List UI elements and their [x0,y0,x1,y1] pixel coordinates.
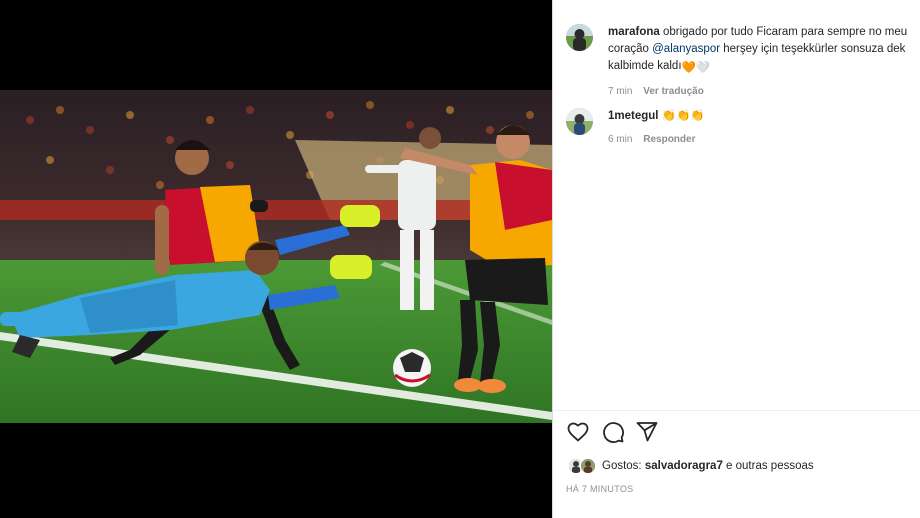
post-photo[interactable] [0,90,552,423]
football [393,349,431,387]
white-heart-emoji: 🤍 [695,62,711,74]
caption-time[interactable]: 7 min [608,86,632,97]
speech-bubble-icon [603,422,624,443]
share-button[interactable] [635,420,661,446]
comment-body: 1metegul 👏👏👏 6 min Responder [608,108,918,148]
caption-body: marafona obrigado por tudo Ficaram para … [608,24,918,100]
avatar[interactable] [566,108,593,135]
avatar[interactable] [566,24,593,51]
like-button[interactable] [566,420,592,446]
avatar-image [566,108,593,135]
likes-prefix: Gostos: [602,460,642,472]
comment-time[interactable]: 6 min [608,134,632,145]
avatar-image [581,459,595,473]
avatar-image [566,24,593,51]
comment-meta: 6 min Responder [608,131,918,148]
username-link[interactable]: marafona [608,26,660,38]
mention-link[interactable]: @alanyaspor [652,43,720,55]
orange-heart-emoji: 🧡 [681,62,696,74]
likes-text: Gostos: salvadoragra7 e outras pessoas [602,460,814,472]
comment-text: 👏👏👏 [661,110,705,122]
section-divider [553,410,920,411]
likes-suffix-link[interactable]: e outras pessoas [726,460,814,472]
football-match-photo [0,90,552,423]
comment-button[interactable] [601,420,627,446]
username-link[interactable]: 1metegul [608,110,659,122]
see-translation-button[interactable]: Ver tradução [643,86,704,97]
post-timestamp[interactable]: HÁ 7 MINUTOS [566,484,633,494]
reply-button[interactable]: Responder [643,134,695,145]
caption-meta: 7 min Ver tradução [608,83,918,100]
liker-username-link[interactable]: salvadoragra7 [645,460,723,472]
liker-avatar[interactable] [580,458,596,474]
heart-outline-icon [567,422,589,442]
post-media-pane [0,0,552,518]
post-side-panel: marafona obrigado por tudo Ficaram para … [553,0,920,518]
paper-plane-icon [636,422,658,442]
